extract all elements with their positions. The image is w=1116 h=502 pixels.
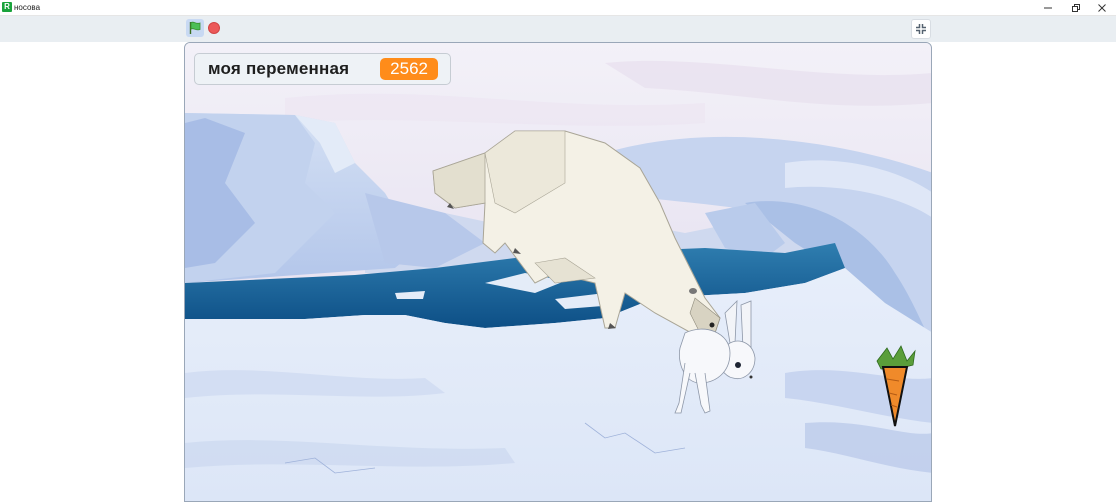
window-title: носова [14,3,41,12]
stage[interactable]: моя переменная 2562 [184,42,932,502]
exit-fullscreen-icon [916,24,926,34]
green-flag-button[interactable] [186,19,204,37]
restore-button[interactable] [1062,0,1090,15]
app-icon: R [2,2,12,12]
variable-monitor: моя переменная 2562 [194,53,451,85]
close-button[interactable] [1088,0,1116,15]
arctic-backdrop [185,43,931,501]
minimize-button[interactable] [1034,0,1062,15]
variable-monitor-label: моя переменная [208,59,350,78]
exit-fullscreen-button[interactable] [911,19,931,39]
stage-control-bar [0,16,1116,42]
restore-icon [1072,3,1080,12]
variable-monitor-value: 2562 [380,58,438,80]
minimize-icon [1044,7,1052,8]
window-title-bar: R носова [0,0,1116,16]
close-icon [1098,3,1106,12]
stop-button[interactable] [208,22,220,34]
green-flag-icon [189,21,201,34]
